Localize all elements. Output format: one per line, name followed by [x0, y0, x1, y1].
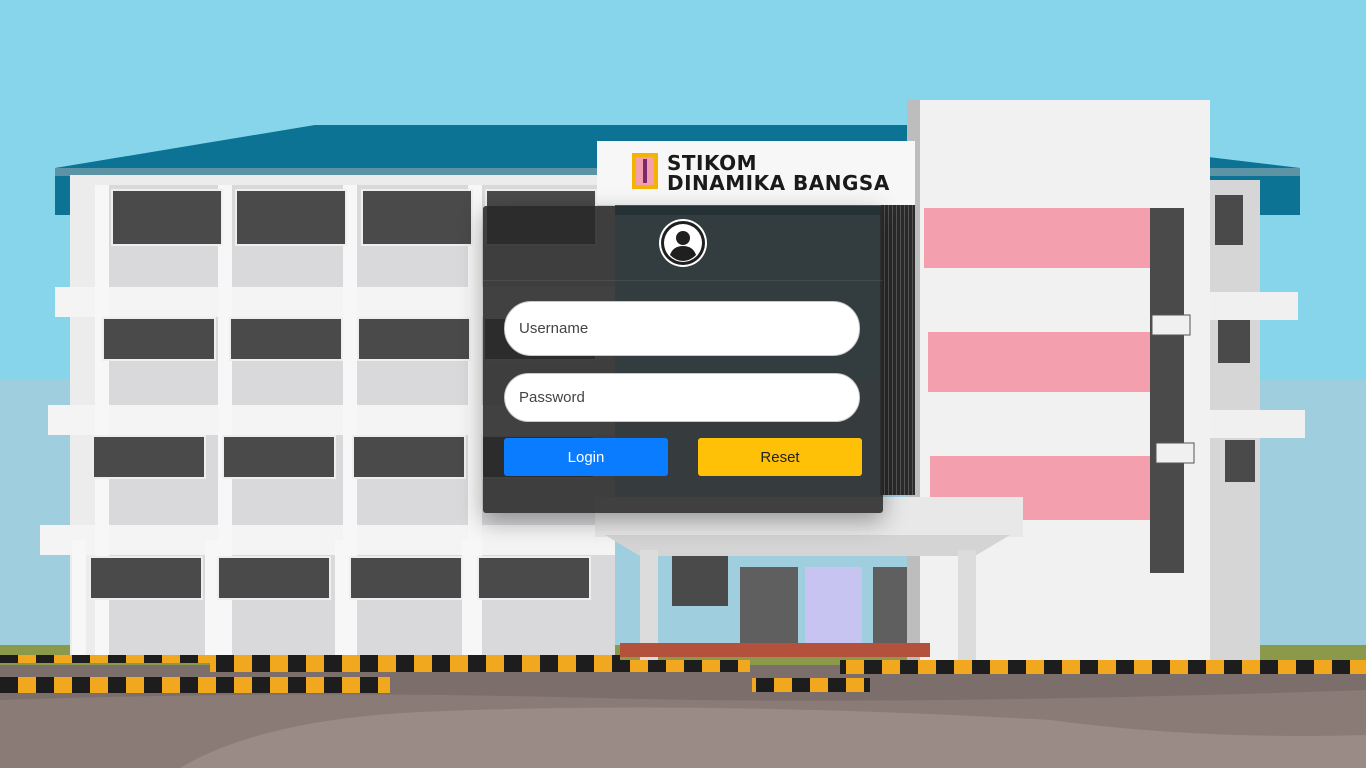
username-input[interactable] — [504, 301, 860, 356]
user-circle-icon — [659, 219, 707, 267]
sign-line-2: DINAMIKA BANGSA — [667, 171, 890, 195]
password-input[interactable] — [504, 373, 860, 422]
login-panel-header — [483, 206, 883, 281]
stikom-logo-icon — [632, 153, 658, 189]
reset-button[interactable]: Reset — [698, 438, 862, 476]
campus-sign: STIKOM DINAMIKA BANGSA — [667, 153, 890, 193]
sign-line-1: STIKOM — [667, 151, 757, 175]
login-button[interactable]: Login — [504, 438, 668, 476]
login-panel: Login Reset — [483, 206, 883, 513]
